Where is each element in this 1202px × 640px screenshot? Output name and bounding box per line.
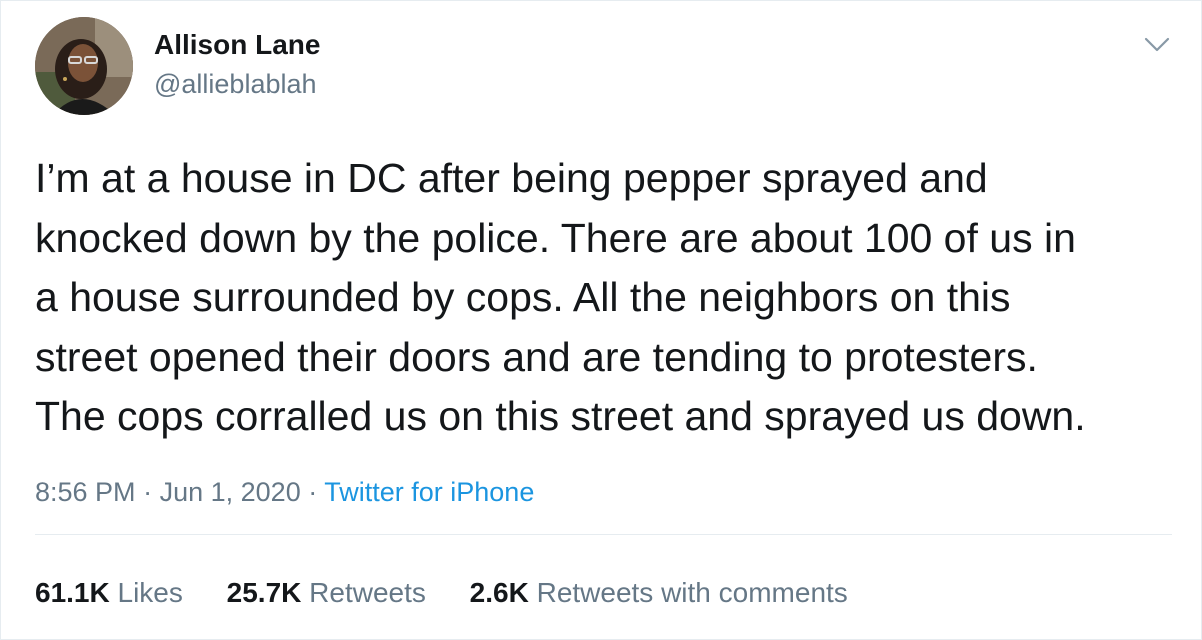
likes-label: Likes xyxy=(117,577,183,608)
retweets-count: 25.7K xyxy=(226,577,302,608)
tweet-date[interactable]: Jun 1, 2020 xyxy=(160,477,301,507)
tweet-text-line: The cops corralled us on this street and… xyxy=(35,393,1086,439)
tweet-source-link[interactable]: Twitter for iPhone xyxy=(324,477,534,507)
avatar-image xyxy=(35,17,133,115)
display-name[interactable]: Allison Lane xyxy=(154,29,320,61)
tweet-text-line: a house surrounded by cops. All the neig… xyxy=(35,274,1011,320)
quote-tweets-label: Retweets with comments xyxy=(536,577,848,608)
tweet-text-line: I’m at a house in DC after being pepper … xyxy=(35,155,988,201)
tweet-card: Allison Lane @allieblablah I’m at a hous… xyxy=(0,0,1202,640)
retweets-label: Retweets xyxy=(309,577,426,608)
tweet-time[interactable]: 8:56 PM xyxy=(35,477,136,507)
tweet-text-line: knocked down by the police. There are ab… xyxy=(35,214,1076,261)
retweets-stat[interactable]: 25.7K Retweets xyxy=(227,577,426,609)
quote-tweets-count: 2.6K xyxy=(469,577,529,608)
divider xyxy=(35,534,1172,535)
avatar[interactable] xyxy=(35,17,133,115)
tweet-meta: 8:56 PM · Jun 1, 2020 · Twitter for iPho… xyxy=(35,477,534,508)
meta-separator: · xyxy=(143,477,153,507)
quote-tweets-stat[interactable]: 2.6K Retweets with comments xyxy=(470,577,848,609)
meta-separator: · xyxy=(308,477,318,507)
user-handle[interactable]: @allieblablah xyxy=(154,69,317,100)
tweet-text-line: street opened their doors and are tendin… xyxy=(35,333,1038,380)
likes-stat[interactable]: 61.1K Likes xyxy=(35,577,183,609)
tweet-text: I’m at a house in DC after being pepper … xyxy=(35,149,1185,447)
tweet-stats: 61.1K Likes 25.7K Retweets 2.6K Retweets… xyxy=(35,577,884,609)
likes-count: 61.1K xyxy=(35,577,110,608)
chevron-down-icon[interactable] xyxy=(1139,27,1175,63)
